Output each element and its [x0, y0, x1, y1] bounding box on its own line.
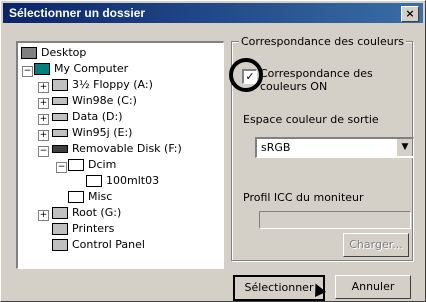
- tree-item-win95j[interactable]: Win95j (E:): [52, 125, 132, 141]
- tree-item-my-computer[interactable]: My Computer: [34, 61, 128, 77]
- computer-icon: [34, 63, 50, 75]
- expand-icon[interactable]: +: [38, 98, 49, 109]
- output-color-space-label: Espace couleur de sortie: [243, 113, 379, 126]
- monitor-icc-label: Profil ICC du moniteur: [243, 191, 364, 204]
- folder-tree[interactable]: Desktop − My Computer + 3½ Floppy (A:) +…: [16, 41, 224, 269]
- floppy-icon: [52, 79, 68, 91]
- folder-icon: [86, 175, 102, 187]
- expand-icon[interactable]: +: [38, 114, 49, 125]
- collapse-icon[interactable]: −: [38, 146, 49, 157]
- drive-icon: [52, 129, 68, 137]
- color-matching-checkbox-label-line1: Correspondance des: [260, 67, 373, 80]
- tree-item-100mlt03[interactable]: 100mlt03: [86, 173, 159, 189]
- tree-item-misc[interactable]: Misc: [68, 189, 112, 205]
- dialog-title: Sélectionner un dossier: [9, 6, 146, 20]
- output-color-space-value: sRGB: [261, 141, 291, 154]
- tree-item-root[interactable]: Root (G:): [52, 205, 121, 221]
- monitor-icc-field: [259, 211, 411, 229]
- tree-item-control-panel[interactable]: Control Panel: [52, 237, 145, 253]
- folder-icon: [68, 191, 84, 203]
- collapse-icon[interactable]: −: [56, 162, 67, 173]
- expand-icon[interactable]: +: [38, 210, 49, 221]
- output-color-space-select[interactable]: sRGB ▼: [255, 137, 414, 158]
- expand-icon[interactable]: +: [38, 82, 49, 93]
- tree-item-floppy[interactable]: 3½ Floppy (A:): [52, 77, 153, 93]
- close-button[interactable]: ×: [401, 6, 419, 22]
- tree-item-dcim[interactable]: Dcim: [68, 157, 116, 173]
- tree-item-printers[interactable]: Printers: [52, 221, 114, 237]
- tree-item-removable-disk[interactable]: Removable Disk (F:): [52, 141, 182, 157]
- control-panel-icon: [52, 239, 68, 251]
- tree-item-data[interactable]: Data (D:): [52, 109, 123, 125]
- removable-disk-icon: [52, 145, 68, 153]
- desktop-icon: [21, 47, 37, 59]
- color-matching-checkbox-label-line2: couleurs ON: [260, 80, 328, 93]
- printer-icon: [52, 223, 68, 235]
- title-bar[interactable]: Sélectionner un dossier ×: [3, 3, 423, 23]
- network-drive-icon: [52, 207, 68, 219]
- tree-item-win98e[interactable]: Win98e (C:): [52, 93, 137, 109]
- tree-item-desktop[interactable]: Desktop: [21, 45, 86, 61]
- cancel-button[interactable]: Annuler: [335, 275, 411, 299]
- folder-icon: [68, 159, 84, 171]
- highlight-circle: [229, 58, 263, 92]
- collapse-icon[interactable]: −: [22, 66, 33, 77]
- drive-icon: [52, 97, 68, 105]
- expand-icon[interactable]: +: [38, 130, 49, 141]
- select-folder-dialog: Sélectionner un dossier × Desktop − My C…: [0, 0, 426, 302]
- chevron-down-icon[interactable]: ▼: [396, 139, 413, 156]
- drive-icon: [52, 113, 68, 121]
- color-matching-group-label: Correspondance des couleurs: [239, 35, 406, 48]
- load-button: Charger...: [343, 233, 409, 257]
